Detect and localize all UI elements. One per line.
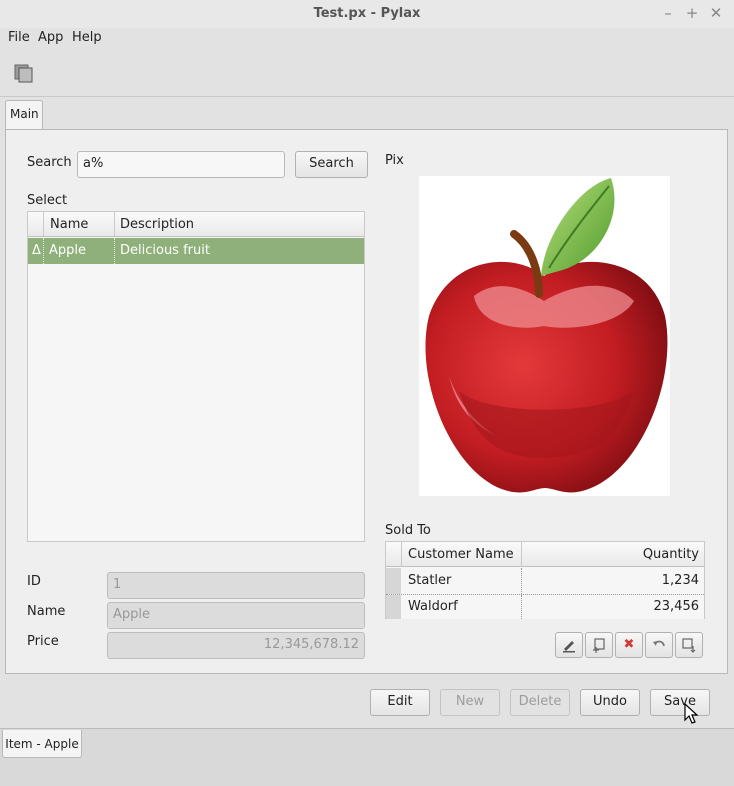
- cell-customer: Statler: [408, 573, 452, 588]
- select-table-header: Name Description: [28, 212, 364, 237]
- insert-row-icon[interactable]: [585, 632, 613, 658]
- edit-button[interactable]: Edit: [370, 689, 430, 716]
- apple-image: [419, 176, 670, 496]
- toolbar-separator: [0, 96, 734, 97]
- select-label: Select: [27, 193, 68, 208]
- table-row[interactable]: Δ Apple Delicious fruit: [28, 238, 364, 264]
- export-icon[interactable]: [675, 632, 703, 658]
- undo-button[interactable]: Undo: [580, 689, 640, 716]
- column-quantity-header[interactable]: Quantity: [643, 547, 699, 562]
- menu-app[interactable]: App: [38, 30, 63, 45]
- table-row[interactable]: Waldorf 23,456: [386, 595, 704, 619]
- table-row[interactable]: Statler 1,234: [386, 568, 704, 594]
- undo-icon[interactable]: [645, 632, 673, 658]
- column-name-header[interactable]: Name: [50, 217, 88, 232]
- id-field: 1: [107, 572, 365, 599]
- mouse-cursor-icon: [684, 702, 700, 725]
- cell-quantity: 23,456: [653, 599, 700, 614]
- maximize-icon[interactable]: +: [684, 5, 700, 21]
- cell-description: Delicious fruit: [120, 243, 210, 258]
- price-label: Price: [27, 634, 59, 649]
- menu-file[interactable]: File: [8, 30, 30, 45]
- sold-to-label: Sold To: [385, 523, 431, 538]
- search-label: Search: [27, 155, 72, 170]
- search-button[interactable]: Search: [295, 151, 368, 178]
- save-button[interactable]: Save: [650, 689, 710, 716]
- name-field: Apple: [107, 602, 365, 629]
- row-marker: Δ: [32, 243, 41, 258]
- id-label: ID: [27, 574, 41, 589]
- delete-icon[interactable]: ✖: [615, 632, 643, 658]
- cell-customer: Waldorf: [408, 599, 458, 614]
- new-button: New: [440, 689, 500, 716]
- status-area: [0, 728, 734, 786]
- minimize-icon[interactable]: –: [660, 5, 676, 21]
- column-customer-header[interactable]: Customer Name: [408, 547, 514, 562]
- close-icon[interactable]: ✕: [708, 5, 724, 21]
- sold-to-header: Customer Name Quantity: [386, 542, 704, 567]
- name-label: Name: [27, 604, 66, 619]
- tab-main[interactable]: Main: [5, 100, 43, 130]
- copy-icon[interactable]: [12, 62, 36, 84]
- sold-to-table: Customer Name Quantity Statler 1,234 Wal…: [385, 541, 705, 619]
- column-description-header[interactable]: Description: [120, 217, 194, 232]
- delete-button: Delete: [510, 689, 570, 716]
- status-item-tab[interactable]: Item - Apple: [2, 730, 82, 758]
- select-table: Name Description Δ Apple Delicious fruit: [27, 211, 365, 542]
- cell-name: Apple: [49, 243, 87, 258]
- search-input[interactable]: a%: [77, 151, 285, 178]
- price-field: 12,345,678.12: [107, 632, 365, 659]
- menu-help[interactable]: Help: [72, 30, 102, 45]
- window-title: Test.px - Pylax: [313, 6, 421, 21]
- cell-quantity: 1,234: [661, 573, 699, 588]
- edit-icon[interactable]: [555, 632, 583, 658]
- pix-label: Pix: [385, 153, 404, 168]
